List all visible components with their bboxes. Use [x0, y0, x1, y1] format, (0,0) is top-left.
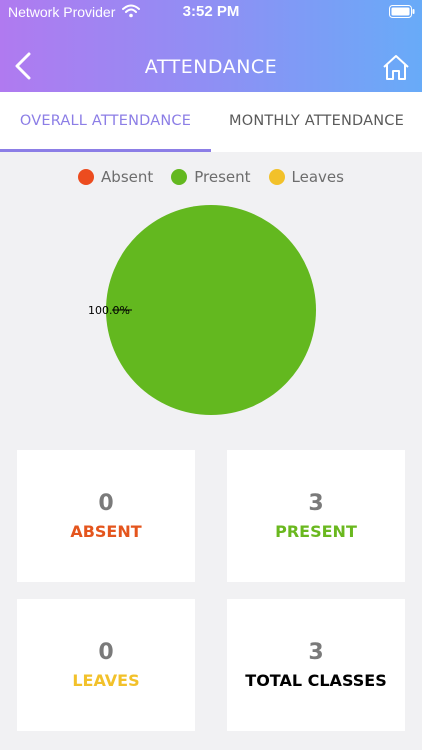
pie-slice-label: 100.0%: [88, 304, 130, 317]
leaves-card: 0 LEAVES: [17, 599, 195, 731]
status-bar: Network Provider 3:52 PM: [0, 0, 422, 24]
leaves-count: 0: [98, 640, 114, 665]
total-classes-count: 3: [308, 640, 324, 665]
legend-label-leaves: Leaves: [291, 168, 344, 186]
present-card: 3 PRESENT: [227, 450, 405, 582]
page-title: ATTENDANCE: [144, 56, 278, 78]
attendance-pie-chart: 100.0%: [88, 205, 316, 415]
total-classes-card: 3 TOTAL CLASSES: [227, 599, 405, 731]
present-label: PRESENT: [275, 522, 357, 541]
legend-item-absent: Absent: [78, 168, 153, 186]
tab-monthly-attendance[interactable]: MONTHLY ATTENDANCE: [211, 92, 422, 152]
legend-item-leaves: Leaves: [268, 168, 344, 186]
tab-overall-attendance[interactable]: OVERALL ATTENDANCE: [0, 92, 211, 152]
status-time: 3:52 PM: [182, 3, 240, 20]
battery-icon: [389, 5, 415, 18]
app-header: Network Provider 3:52 PM ATTENDANCE: [0, 0, 422, 92]
absent-card: 0 ABSENT: [17, 450, 195, 582]
legend-dot-leaves: [268, 169, 285, 185]
pie-slice-present: [106, 205, 316, 415]
legend-dot-absent: [78, 169, 95, 185]
legend-dot-present: [171, 169, 188, 185]
absent-count: 0: [98, 491, 114, 516]
tab-bar: OVERALL ATTENDANCE MONTHLY ATTENDANCE: [0, 92, 422, 152]
legend-label-absent: Absent: [101, 168, 154, 186]
legend-item-present: Present: [171, 168, 251, 186]
absent-label: ABSENT: [70, 522, 142, 541]
legend-label-present: Present: [194, 168, 251, 186]
chart-legend: Absent Present Leaves: [0, 168, 422, 186]
leaves-label: LEAVES: [72, 671, 140, 690]
total-classes-label: TOTAL CLASSES: [245, 671, 387, 690]
present-count: 3: [308, 491, 324, 516]
home-icon[interactable]: [382, 54, 410, 81]
